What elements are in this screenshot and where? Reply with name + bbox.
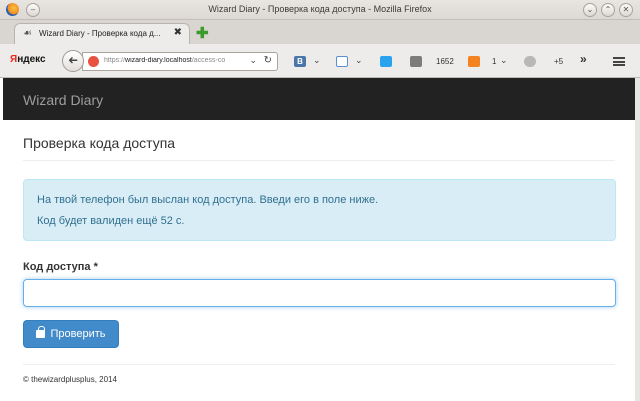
twitter-icon[interactable] — [380, 56, 392, 67]
odnoklassniki-icon[interactable] — [468, 56, 480, 67]
lock-icon — [36, 326, 46, 338]
ok-notification-count: 1 — [492, 57, 497, 66]
page-title: Проверка кода доступа — [23, 135, 176, 151]
minimize-button[interactable]: ⌄ — [583, 3, 597, 17]
tab-wizard-diary[interactable]: ☙ Wizard Diary - Проверка кода д... ✖ — [14, 23, 190, 44]
navigation-toolbar: Яндекс https://wizard-diary.localhost/ac… — [0, 44, 640, 78]
web-page: Wizard Diary Проверка кода доступа На тв… — [0, 78, 640, 401]
hamburger-menu-icon[interactable] — [613, 57, 625, 66]
window-titlebar: – Wizard Diary - Проверка кода доступа -… — [0, 0, 640, 20]
back-button[interactable]: ➜ — [62, 50, 84, 72]
back-arrow-icon: ➜ — [67, 53, 79, 67]
footer-copyright: © thewizardplusplus, 2014 — [23, 375, 117, 384]
new-tab-button[interactable]: ✚ — [196, 24, 209, 42]
yandex-logo[interactable]: Яндекс — [10, 54, 46, 65]
yandex-logo-rest: ндекс — [17, 54, 46, 65]
weather-cloud-icon[interactable] — [524, 56, 536, 67]
title-divider — [23, 160, 615, 161]
close-tab-icon[interactable]: ✖ — [174, 27, 182, 38]
weather-temperature: +5 — [554, 57, 564, 66]
window-title: Wizard Diary - Проверка кода доступа - M… — [208, 4, 432, 14]
alert-message: На твой телефон был выслан код доступа. … — [37, 194, 379, 206]
ok-dropdown-icon[interactable]: ⌄ — [500, 55, 508, 66]
page-content: Проверка кода доступа На твой телефон бы… — [3, 120, 635, 401]
page-scroll-edge — [635, 78, 640, 401]
alert-countdown: Код будет валиден ещё 52 с. — [37, 215, 185, 227]
mail-count: 1652 — [436, 57, 454, 66]
access-code-input[interactable] — [23, 279, 616, 307]
reload-icon[interactable]: ↻ — [264, 55, 272, 66]
tab-title: Wizard Diary - Проверка кода д... — [39, 29, 161, 38]
mail-dropdown-icon[interactable]: ⌄ — [355, 55, 363, 66]
footer-divider — [23, 364, 615, 365]
app-navbar: Wizard Diary — [3, 78, 635, 120]
mail-icon[interactable] — [336, 56, 348, 67]
vk-icon[interactable]: В — [294, 56, 306, 67]
url-path: /access-co — [191, 57, 226, 64]
toolbar-overflow-icon[interactable]: » — [580, 52, 587, 66]
url-host: wizard-diary.localhost — [125, 57, 192, 64]
tab-strip: ☙ Wizard Diary - Проверка кода д... ✖ ✚ — [0, 20, 640, 44]
check-button[interactable]: Проверить — [23, 320, 119, 348]
url-history-dropdown-icon[interactable]: ⌄ — [249, 55, 257, 66]
check-button-label: Проверить — [50, 328, 106, 340]
url-bar[interactable]: https://wizard-diary.localhost/access-co… — [82, 52, 278, 71]
info-alert: На твой телефон был выслан код доступа. … — [23, 179, 616, 241]
url-prefix: https:// — [104, 57, 126, 64]
url-text[interactable]: https://wizard-diary.localhost/access-co — [104, 57, 242, 64]
envelope-icon[interactable] — [410, 56, 422, 67]
access-code-label: Код доступа * — [23, 261, 98, 273]
site-identity-icon[interactable] — [88, 56, 99, 67]
vk-dropdown-icon[interactable]: ⌄ — [313, 55, 321, 66]
close-window-button[interactable]: ✕ — [619, 3, 633, 17]
maximize-button[interactable]: ⌃ — [601, 3, 615, 17]
site-favicon-icon: ☙ — [23, 28, 32, 39]
brand-link[interactable]: Wizard Diary — [23, 92, 103, 108]
